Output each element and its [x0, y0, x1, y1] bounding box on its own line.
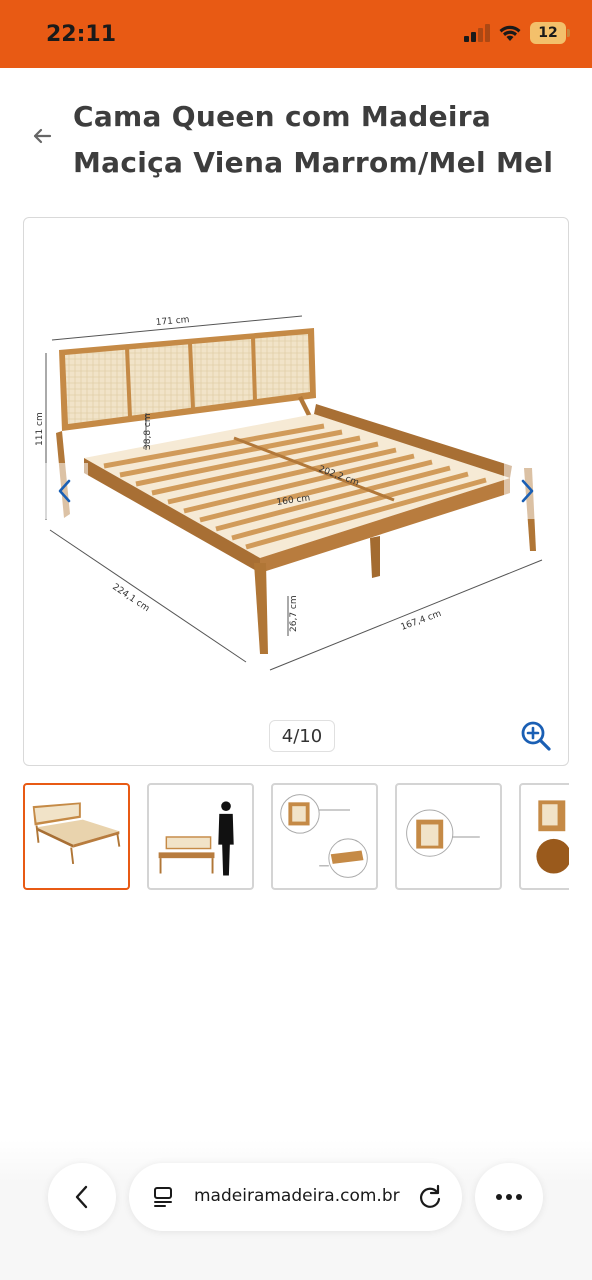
thumbnail-3[interactable] [271, 783, 378, 890]
dimension-leg-height: 26,7 cm [289, 595, 299, 632]
gallery-prev-button[interactable] [42, 463, 88, 519]
chevron-right-icon [521, 479, 534, 503]
status-bar: 22:11 12 [0, 0, 592, 68]
browser-back-button[interactable] [48, 1163, 116, 1231]
thumbnail-2[interactable] [147, 783, 254, 890]
thumbnail-strip [23, 783, 569, 891]
chevron-left-icon [75, 1185, 88, 1209]
battery-icon: 12 [530, 22, 570, 44]
arrow-left-icon [33, 128, 52, 144]
dimension-total-height: 111 cm [35, 412, 45, 446]
page-title: Cama Queen com Madeira Maciça Viena Marr… [73, 100, 554, 179]
address-bar[interactable]: madeiramadeira.com.br [129, 1163, 462, 1231]
zoom-button[interactable] [518, 718, 554, 754]
wifi-icon [499, 25, 521, 41]
thumbnail-image [158, 801, 234, 876]
cellular-signal-icon [464, 24, 490, 42]
image-counter: 4/10 [269, 720, 335, 752]
thumbnail-image [32, 802, 121, 865]
dimension-total-width: 167,4 cm [400, 609, 443, 633]
thumbnail-4[interactable] [395, 783, 502, 890]
dimension-depth: 224,1 cm [110, 582, 151, 614]
product-image[interactable]: 171 cm 111 cm 38,8 cm 202,2 cm 160 cm 22… [24, 218, 568, 765]
zoom-in-icon [521, 721, 551, 751]
status-icons: 12 [464, 22, 570, 44]
gallery-next-button[interactable] [504, 463, 550, 519]
url-text: madeiramadeira.com.br [194, 1186, 400, 1206]
reload-icon[interactable] [416, 1183, 444, 1211]
thumbnail-image [406, 809, 480, 857]
more-icon [496, 1194, 522, 1200]
battery-level: 12 [538, 25, 558, 41]
chevron-left-icon [58, 479, 71, 503]
product-gallery: 171 cm 111 cm 38,8 cm 202,2 cm 160 cm 22… [23, 217, 569, 766]
dimension-headboard-inner: 38,8 cm [143, 413, 153, 450]
thumbnail-image [536, 800, 569, 874]
thumbnail-image [280, 794, 368, 878]
dimension-headboard-width: 171 cm [155, 315, 190, 328]
tabs-icon [154, 1187, 172, 1207]
back-button[interactable] [30, 124, 54, 148]
status-time: 22:11 [46, 22, 117, 47]
thumbnail-5[interactable] [519, 783, 569, 890]
thumbnail-1[interactable] [23, 783, 130, 890]
more-options-button[interactable] [475, 1163, 543, 1231]
